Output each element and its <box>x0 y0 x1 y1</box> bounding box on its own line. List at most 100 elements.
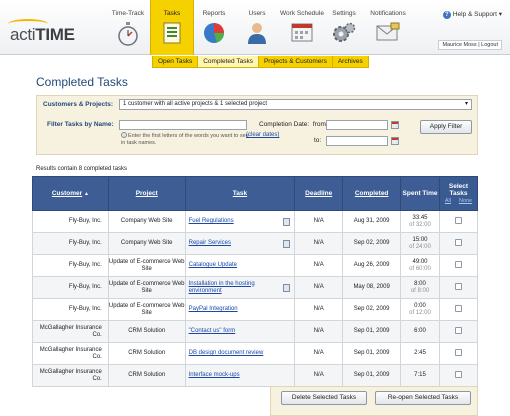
subnav-open-tasks[interactable]: Open Tasks <box>153 56 199 67</box>
spent-time-value: 0:00 <box>414 302 426 309</box>
task-description-icon[interactable] <box>283 284 291 292</box>
task-link[interactable]: Repair Services <box>189 240 231 247</box>
results-summary: Results contain 8 completed tasks <box>36 166 128 172</box>
clear-dates-link[interactable]: (clear dates) <box>246 132 279 138</box>
cell-completed: Sep 02, 2009 <box>342 298 402 321</box>
completion-date-label: Completion Date: from: <box>259 121 328 128</box>
row-checkbox[interactable] <box>454 282 462 290</box>
cell-completed: Sep 02, 2009 <box>342 232 402 255</box>
row-checkbox[interactable] <box>454 260 462 268</box>
col-customer[interactable]: Customer ▲ <box>32 176 109 211</box>
cell-task: Installation in the hosting environment <box>184 276 296 299</box>
cell-customer: Fly-Buy, Inc. <box>32 276 109 299</box>
estimate-value: of 8:00 <box>410 287 430 294</box>
select-all-link[interactable]: All <box>445 198 451 204</box>
row-checkbox[interactable] <box>454 304 462 312</box>
task-name-input[interactable] <box>119 120 247 130</box>
pie-chart-icon <box>204 23 224 43</box>
cell-task: Fuel Regulations <box>184 210 296 233</box>
task-list-icon <box>163 22 181 44</box>
col-select-tasks: Select Tasks All None <box>438 176 479 211</box>
date-to-input[interactable] <box>326 136 388 146</box>
cell-spent-time: 15:00 of 24:00 <box>400 232 440 255</box>
task-link[interactable]: Catalogue Update <box>189 262 237 269</box>
calendar-picker-from-icon[interactable] <box>391 121 399 129</box>
nav-reports[interactable]: Reports <box>196 0 232 55</box>
calendar-picker-to-icon[interactable] <box>391 137 399 145</box>
col-completed[interactable]: Completed <box>342 176 402 211</box>
delete-selected-button[interactable]: Delete Selected Tasks <box>281 391 367 405</box>
dropdown-caret-icon: ▾ <box>464 101 468 107</box>
nav-label: Time-Track <box>111 10 145 17</box>
row-checkbox[interactable] <box>454 238 462 246</box>
task-link[interactable]: "Contact us" form <box>189 328 236 335</box>
cell-customer: McGallagher Insurance Co. <box>32 364 109 387</box>
task-description-icon[interactable] <box>283 218 291 226</box>
cell-spent-time: 49:00 of 60:00 <box>400 254 440 277</box>
cell-completed: Sep 01, 2009 <box>342 320 402 343</box>
cell-customer: McGallagher Insurance Co. <box>32 320 109 343</box>
task-link[interactable]: PayPal Integration <box>189 306 238 313</box>
cell-completed: Sep 01, 2009 <box>342 342 402 365</box>
nav-tasks[interactable]: Tasks <box>150 0 194 55</box>
subnav-projects-customers[interactable]: Projects & Customers <box>259 56 333 67</box>
cell-project: Company Web Site <box>107 232 186 255</box>
help-support-link[interactable]: ? Help & Support ▾ <box>442 10 502 19</box>
task-link[interactable]: Fuel Regulations <box>189 218 234 225</box>
nav-notifications[interactable]: Notifications <box>366 0 410 55</box>
cell-task: DB design document review <box>184 342 296 365</box>
subnav-archives[interactable]: Archives <box>333 56 368 67</box>
nav-work-schedule[interactable]: Work Schedule <box>280 0 324 55</box>
cell-spent-time: 7:15 <box>400 364 440 387</box>
col-project[interactable]: Project <box>107 176 186 211</box>
cell-customer: Fly-Buy, Inc. <box>32 298 109 321</box>
nav-settings[interactable]: Settings <box>326 0 362 55</box>
apply-filter-button[interactable]: Apply Filter <box>420 120 472 134</box>
row-checkbox[interactable] <box>454 370 462 378</box>
cell-select <box>438 276 479 299</box>
subnav-completed-tasks[interactable]: Completed Tasks <box>198 56 259 67</box>
top-header: actiTIME Time-Track Tasks Reports Users <box>0 0 510 55</box>
task-link[interactable]: Installation in the hosting environment <box>189 281 273 295</box>
cell-deadline: N/A <box>294 276 344 299</box>
cell-project: CRM Solution <box>107 342 186 365</box>
info-icon: i <box>121 132 127 138</box>
task-link[interactable]: Interface mock-ups <box>189 372 240 379</box>
logout-link[interactable]: Logout <box>481 42 498 48</box>
select-none-link[interactable]: None <box>459 198 472 204</box>
table-row: McGallagher Insurance Co. CRM Solution DB … <box>32 342 479 365</box>
nav-time-track[interactable]: Time-Track <box>108 0 148 55</box>
cell-deadline: N/A <box>294 364 344 387</box>
nav-users[interactable]: Users <box>238 0 276 55</box>
estimate-value: of 12:00 <box>409 309 431 316</box>
cell-customer: McGallagher Insurance Co. <box>32 342 109 365</box>
col-deadline[interactable]: Deadline <box>294 176 344 211</box>
estimate-value: of 32:00 <box>409 221 431 228</box>
row-checkbox[interactable] <box>454 216 462 224</box>
customers-projects-select[interactable]: 1 customer with all active projects & 1 … <box>119 99 472 110</box>
logo: actiTIME <box>8 19 75 45</box>
cell-deadline: N/A <box>294 342 344 365</box>
cell-select <box>438 210 479 233</box>
user-icon <box>248 23 266 44</box>
cell-task: PayPal Integration <box>184 298 296 321</box>
cell-deadline: N/A <box>294 320 344 343</box>
row-checkbox[interactable] <box>454 348 462 356</box>
cell-deadline: N/A <box>294 232 344 255</box>
filter-hint: i Enter the first letters of the words yo… <box>121 132 249 146</box>
user-name: Maurice Moss <box>442 42 477 48</box>
cell-select <box>438 364 479 387</box>
col-task[interactable]: Task <box>184 176 296 211</box>
nav-label: Reports <box>202 10 226 17</box>
nav-label: Notifications <box>370 10 406 17</box>
reopen-selected-button[interactable]: Re-open Selected Tasks <box>375 391 471 405</box>
cell-customer: Fly-Buy, Inc. <box>32 232 109 255</box>
row-checkbox[interactable] <box>454 326 462 334</box>
cell-completed: Sep 01, 2009 <box>342 364 402 387</box>
col-spent-time: Spent Time <box>400 176 440 211</box>
date-to-label: to: <box>314 137 322 144</box>
task-link[interactable]: DB design document review <box>189 350 264 357</box>
date-from-input[interactable] <box>326 120 388 130</box>
cell-completed: Aug 26, 2009 <box>342 254 402 277</box>
task-description-icon[interactable] <box>283 240 291 248</box>
